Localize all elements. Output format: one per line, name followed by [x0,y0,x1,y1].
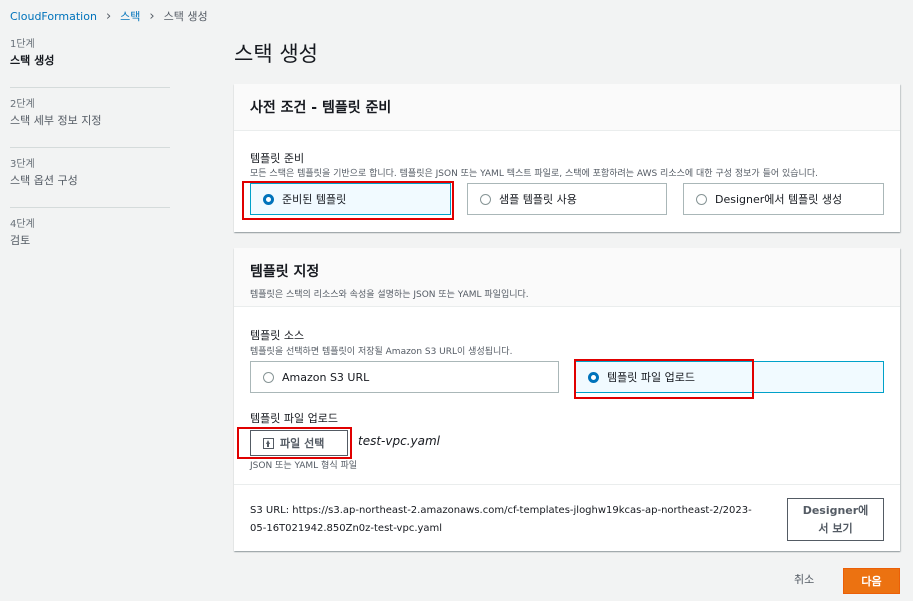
option-sample-template[interactable]: 샘플 템플릿 사용 [467,183,667,215]
template-panel-header: 템플릿 지정 템플릿은 스택의 리소스와 속성을 설명하는 JSON 또는 YA… [234,248,900,307]
option-label: Amazon S3 URL [282,370,370,384]
radio-unselected-icon[interactable] [480,193,491,205]
divider [234,484,900,485]
designer-button-label: 서 보기 [818,522,853,535]
s3-url-text: S3 URL: https://s3.ap-northeast-2.amazon… [250,502,770,538]
option-label: 샘플 템플릿 사용 [499,193,577,206]
step-label: 검토 [10,234,31,247]
radio-unselected-icon[interactable] [696,193,707,205]
step-1: 1단계 스택 생성 [10,38,170,88]
prereq-panel: 사전 조건 - 템플릿 준비 템플릿 준비 모든 스택은 템플릿을 기반으로 합… [234,84,900,232]
prepare-template-desc: 모든 스택은 템플릿을 기반으로 합니다. 템플릿은 JSON 또는 YAML … [250,169,818,179]
breadcrumb-cloudformation[interactable]: CloudFormation [10,10,97,23]
s3-url-line: S3 URL: https://s3.ap-northeast-2.amazon… [250,505,752,516]
upload-icon [263,437,274,449]
selected-file-name: test-vpc.yaml [358,434,440,448]
step-number: 1단계 [10,39,35,50]
option-label: 템플릿 파일 업로드 [607,371,695,384]
next-button[interactable]: 다음 [843,568,900,594]
prepare-template-label: 템플릿 준비 [250,152,305,165]
wizard-steps: 1단계 스택 생성 2단계 스택 세부 정보 지정 3단계 스택 옵션 구성 4… [10,38,170,278]
breadcrumb-stacks[interactable]: 스택 [120,8,140,24]
choose-file-label: 파일 선택 [280,437,325,450]
page-title: 스택 생성 [234,42,318,66]
step-label: 스택 생성 [10,54,55,67]
step-number: 2단계 [10,99,35,110]
step-number: 4단계 [10,219,35,230]
chevron-right-icon: › [105,8,112,24]
template-panel: 템플릿 지정 템플릿은 스택의 리소스와 속성을 설명하는 JSON 또는 YA… [234,248,900,551]
step-4: 4단계 검토 [10,218,170,268]
template-title: 템플릿 지정 [250,264,320,280]
step-label: 스택 세부 정보 지정 [10,114,102,127]
upload-label: 템플릿 파일 업로드 [250,412,338,425]
source-s3-url[interactable]: Amazon S3 URL [250,361,559,393]
source-upload-file[interactable]: 템플릿 파일 업로드 [575,361,884,393]
step-number: 3단계 [10,159,35,170]
radio-selected-icon[interactable] [588,371,599,383]
choose-file-button[interactable]: 파일 선택 [250,430,348,456]
option-designer-template[interactable]: Designer에서 템플릿 생성 [683,183,884,215]
option-template-ready[interactable]: 준비된 템플릿 [250,183,451,215]
step-3: 3단계 스택 옵션 구성 [10,158,170,208]
prereq-panel-header: 사전 조건 - 템플릿 준비 [234,84,900,131]
view-in-designer-button[interactable]: Designer에 서 보기 [787,498,884,541]
template-desc: 템플릿은 스택의 리소스와 속성을 설명하는 JSON 또는 YAML 파일입니… [250,290,529,300]
breadcrumb-current: 스택 생성 [163,10,208,23]
radio-unselected-icon[interactable] [263,371,274,383]
step-label: 스택 옵션 구성 [10,174,78,187]
template-source-label: 템플릿 소스 [250,329,305,342]
cancel-button[interactable]: 취소 [786,568,822,592]
chevron-right-icon: › [149,8,155,24]
step-2: 2단계 스택 세부 정보 지정 [10,98,170,148]
s3-url-line: 05-16T021942.850Zn0z-test-vpc.yaml [250,523,443,534]
option-label: 준비된 템플릿 [282,193,347,206]
designer-button-label: Designer에 [802,504,869,517]
option-label: Designer에서 템플릿 생성 [715,193,843,206]
template-source-desc: 템플릿을 선택하면 템플릿이 저장될 Amazon S3 URL이 생성됩니다. [250,347,513,357]
breadcrumb: CloudFormation › 스택 › 스택 생성 [10,8,208,24]
prereq-title: 사전 조건 - 템플릿 준비 [250,100,392,116]
file-format-hint: JSON 또는 YAML 형식 파일 [250,461,358,471]
radio-selected-icon[interactable] [263,193,274,205]
